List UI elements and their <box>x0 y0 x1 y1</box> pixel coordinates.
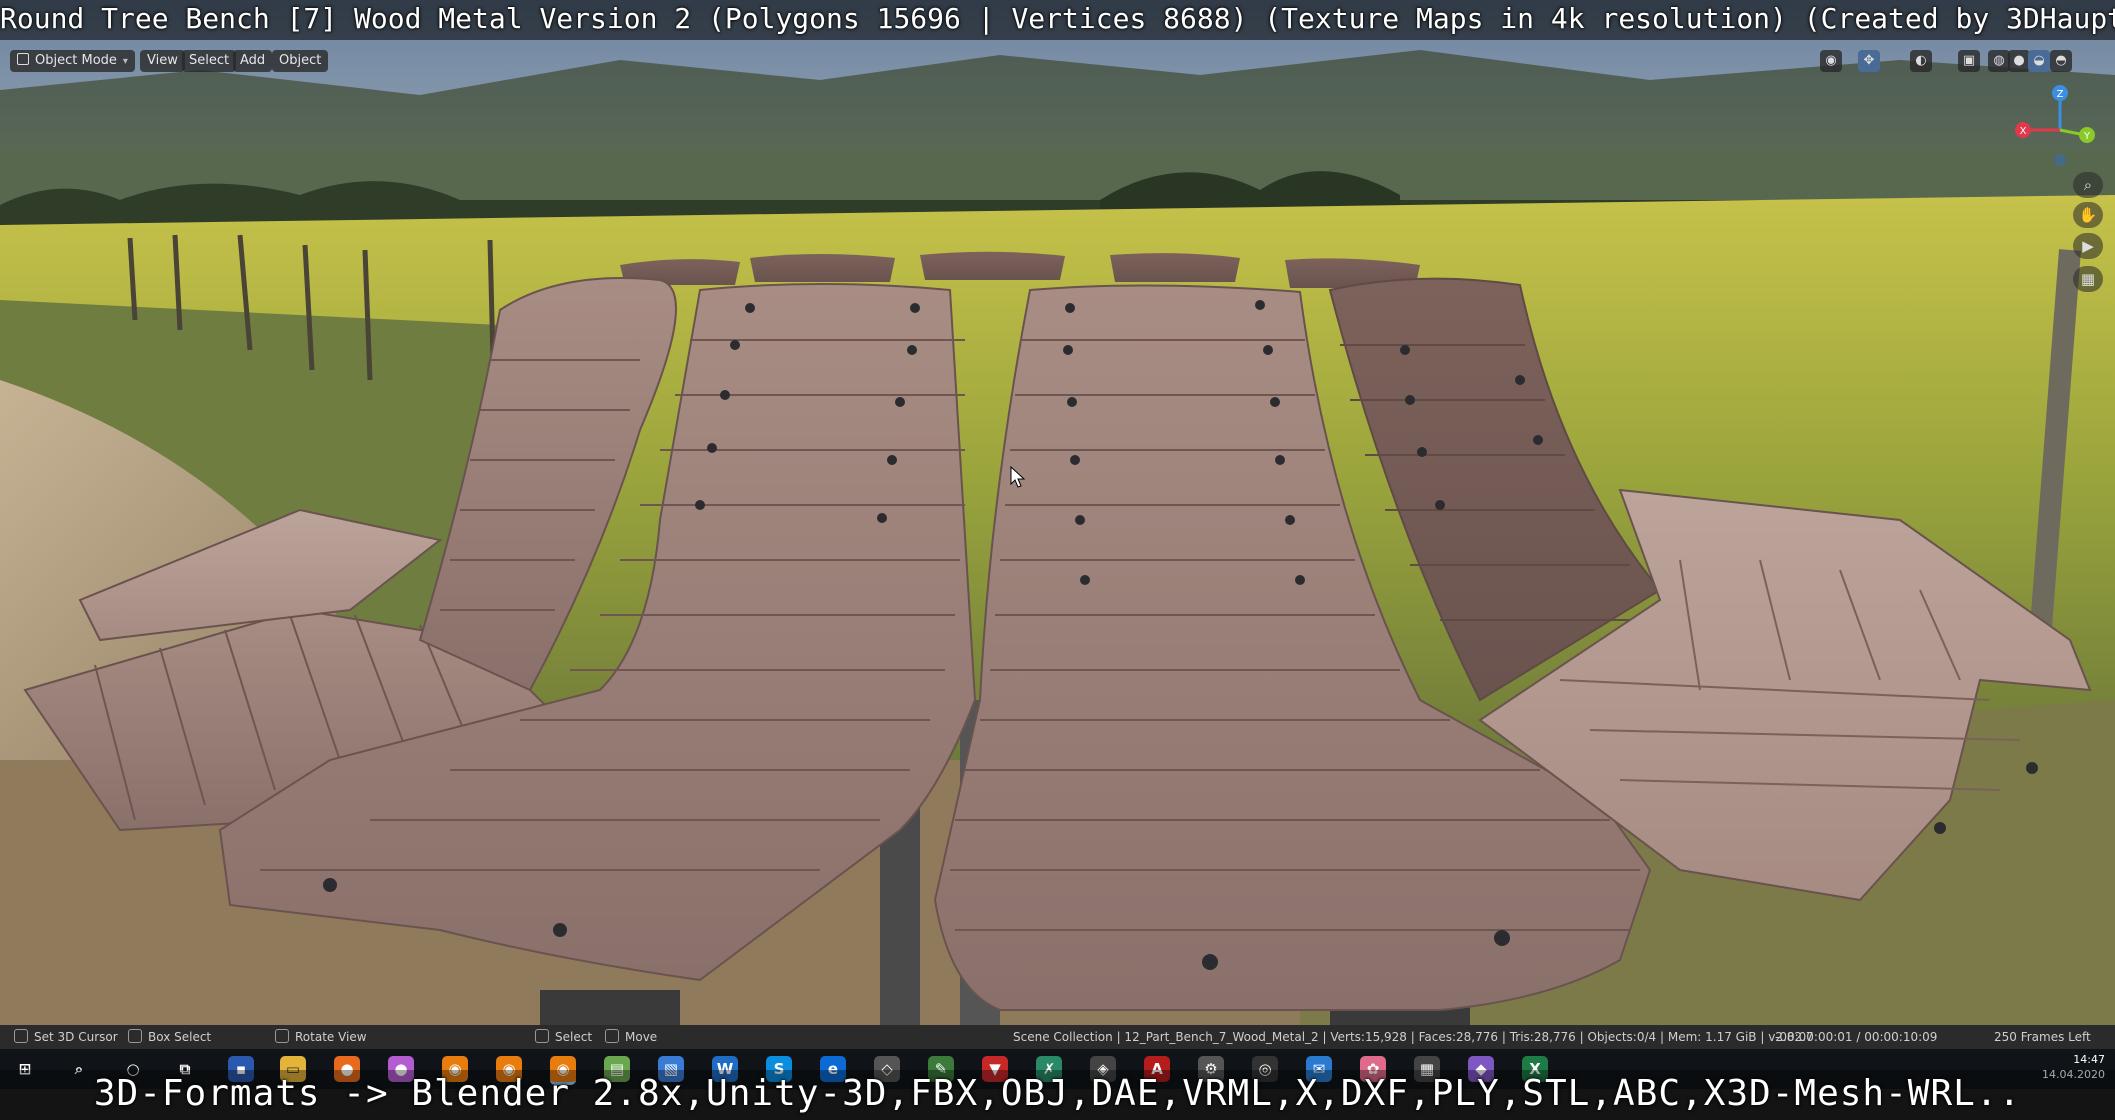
scene-statistics: Scene Collection | 12_Part_Bench_7_Wood_… <box>1013 1030 1814 1044</box>
status-rotate-view-label: Rotate View <box>295 1030 367 1044</box>
object-menu[interactable]: Object <box>272 50 329 72</box>
status-box-select-label: Box Select <box>148 1030 212 1044</box>
gizmo-x-label: X <box>2020 126 2027 137</box>
mouse-right-icon <box>275 1029 289 1043</box>
status-rotate-view: Rotate View <box>275 1025 367 1049</box>
zoom-icon[interactable]: ⌕ <box>2073 172 2103 198</box>
status-bar: Set 3D Cursor Box Select Rotate View Sel… <box>0 1025 2115 1049</box>
navigation-gizmo[interactable]: Z X Y <box>2005 85 2115 175</box>
status-set-cursor: Set 3D Cursor <box>14 1025 118 1049</box>
add-menu[interactable]: Add <box>233 50 273 72</box>
gizmo-neg-z[interactable] <box>2054 154 2066 166</box>
status-select: Select <box>535 1025 592 1049</box>
chevron-down-icon: ▾ <box>122 56 128 67</box>
viewport-header: Object Mode ▾ View Select Add Object ◉ ✥ … <box>0 50 2115 74</box>
gizmo-y-label: Y <box>2083 131 2091 142</box>
mouse-cursor-icon <box>1010 466 1026 488</box>
status-move-label: Move <box>625 1030 658 1044</box>
mouse-drag-icon <box>605 1029 619 1043</box>
frames-left: 250 Frames Left <box>1994 1030 2091 1044</box>
video-title-caption: Round Tree Bench [7] Wood Metal Version … <box>0 0 2115 40</box>
mouse-left-icon-2 <box>535 1029 549 1043</box>
shading-wireframe-icon[interactable]: ◍ <box>1988 50 2010 72</box>
view-menu[interactable]: View <box>140 50 185 72</box>
select-menu[interactable]: Select <box>182 50 237 72</box>
mouse-middle-icon <box>128 1029 142 1043</box>
object-mode-label: Object Mode <box>35 53 117 68</box>
status-set-cursor-label: Set 3D Cursor <box>34 1030 118 1044</box>
shading-solid-icon[interactable]: ● <box>2008 50 2030 72</box>
object-mode-dropdown[interactable]: Object Mode ▾ <box>10 50 135 72</box>
status-box-select: Box Select <box>128 1025 211 1049</box>
overlays-icon[interactable]: ◐ <box>1910 50 1932 72</box>
status-select-label: Select <box>555 1030 593 1044</box>
xray-icon[interactable]: ▣ <box>1958 50 1980 72</box>
clock-time: 14:47 <box>2073 1053 2105 1066</box>
grid-ortho-icon[interactable]: ▦ <box>2073 266 2103 292</box>
camera-icon[interactable]: ▶ <box>2073 233 2103 259</box>
gizmo-icon[interactable]: ✥ <box>1858 50 1880 72</box>
status-move: Move <box>605 1025 657 1049</box>
object-mode-icon <box>17 53 29 65</box>
shading-rendered-icon[interactable]: ◓ <box>2050 50 2072 72</box>
rendered-scene <box>0 0 2115 1030</box>
timecode: -00:00:00:01 / 00:00:10:09 <box>1775 1030 1938 1044</box>
view-object-types-icon[interactable]: ◉ <box>1820 50 1842 72</box>
gizmo-z-label: Z <box>2057 89 2064 100</box>
mouse-left-icon <box>14 1029 28 1043</box>
shading-material-icon[interactable]: ◒ <box>2028 50 2050 72</box>
formats-caption: 3D-Formats -> Blender 2.8x,Unity-3D,FBX,… <box>0 1070 2115 1120</box>
pan-hand-icon[interactable]: ✋ <box>2073 202 2103 228</box>
3d-viewport[interactable]: Round Tree Bench [7] Wood Metal Version … <box>0 0 2115 1120</box>
